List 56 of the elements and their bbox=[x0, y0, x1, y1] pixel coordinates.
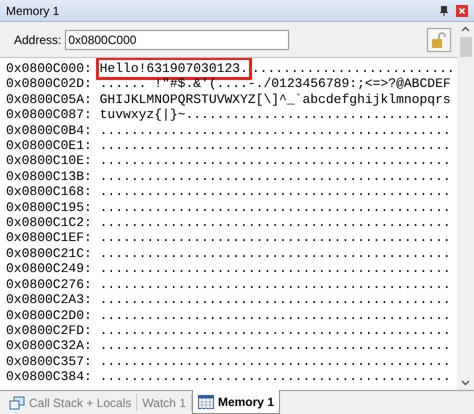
memory-text: ............................................. bbox=[100, 369, 451, 385]
memory-text: ............................................. bbox=[100, 215, 451, 230]
memory-text: GHIJKLMNOPQRSTUVWXYZ[\]^_`abcdefghijklmnopqrs bbox=[100, 92, 451, 108]
memory-text: ............................................. bbox=[100, 122, 451, 138]
memory-address: 0x0800C0B4: bbox=[6, 122, 92, 138]
memory-text: ............................................. bbox=[100, 276, 451, 292]
memory-text: ............................................. bbox=[100, 308, 451, 323]
memory-address: 0x0800C195: bbox=[6, 200, 92, 216]
memory-text: tuvwxyz{|}~.................................. bbox=[100, 107, 451, 123]
scroll-down-icon[interactable] bbox=[461, 380, 470, 386]
memory-address: 0x0800C000: bbox=[6, 61, 92, 76]
lock-button[interactable] bbox=[427, 28, 451, 52]
memory-address: 0x0800C32A: bbox=[6, 338, 92, 354]
window-title: Memory 1 bbox=[6, 2, 60, 20]
memory-address: 0x0800C05A: bbox=[6, 92, 92, 108]
close-icon[interactable] bbox=[456, 4, 468, 16]
memory-address: 0x0800C357: bbox=[6, 354, 92, 370]
address-label: Address: bbox=[14, 32, 62, 48]
memory-text: ............................................. bbox=[100, 261, 451, 277]
memory-text: ............................................. bbox=[100, 200, 451, 216]
memory-text: ............................................. bbox=[100, 322, 451, 338]
tab[interactable]: Call Stack + Locals bbox=[4, 394, 138, 411]
memory-address: 0x0800C249: bbox=[6, 261, 92, 277]
memory-text: ............................................. bbox=[100, 168, 451, 184]
memory-address: 0x0800C2FD: bbox=[6, 322, 92, 338]
memory-text: ............................................. bbox=[100, 354, 451, 370]
memory-address: 0x0800C087: bbox=[6, 107, 92, 123]
memory-address: 0x0800C1C2: bbox=[6, 215, 92, 230]
memory-text: .......................... bbox=[252, 61, 455, 76]
memory-address: 0x0800C13B: bbox=[6, 168, 92, 184]
memory-address: 0x0800C1EF: bbox=[6, 230, 92, 246]
memory-address: 0x0800C0E1: bbox=[6, 138, 92, 154]
unlocked-padlock-icon bbox=[432, 32, 446, 48]
memory-address: 0x0800C276: bbox=[6, 276, 92, 292]
memory-text: ............................................. bbox=[100, 230, 451, 246]
windows-icon bbox=[9, 396, 25, 410]
memory-text: ............................................. bbox=[100, 246, 451, 262]
memory-text: ............................................. bbox=[100, 184, 451, 200]
memory-text: ............................................. bbox=[100, 292, 451, 308]
scroll-up-icon[interactable] bbox=[461, 26, 470, 32]
memory-address: 0x0800C2D0: bbox=[6, 308, 92, 323]
memory-text: ............................................. bbox=[100, 338, 451, 354]
address-field[interactable]: 0x0800C000 bbox=[65, 30, 290, 50]
pin-icon[interactable] bbox=[440, 6, 448, 16]
memory-address: 0x0800C21C: bbox=[6, 246, 92, 262]
memory-address: 0x0800C168: bbox=[6, 184, 92, 200]
scroll-thumb[interactable] bbox=[460, 37, 472, 57]
memory-address: 0x0800C02D: bbox=[6, 76, 92, 92]
memory-text: ...... !"#$.&'(....-./0123456789:;<=>?@ABCDEF bbox=[100, 76, 451, 92]
memory-text: ............................................. bbox=[100, 153, 451, 169]
tab[interactable]: Memory 1 bbox=[192, 390, 280, 414]
memory-address: 0x0800C384: bbox=[6, 369, 92, 385]
memory-address: 0x0800C2A3: bbox=[6, 292, 92, 308]
memory-address: 0x0800C10E: bbox=[6, 153, 92, 169]
grid-icon bbox=[198, 394, 214, 408]
memory-text: ............................................. bbox=[100, 138, 451, 154]
